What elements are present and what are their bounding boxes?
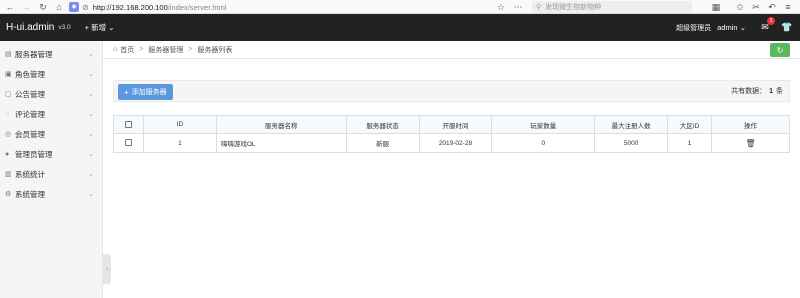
- chevron-down-icon: ⌄: [88, 51, 94, 58]
- column-header: 开服时间: [418, 115, 493, 134]
- breadcrumb-separator: >: [188, 46, 193, 53]
- message-count-badge: 1: [767, 16, 775, 25]
- reload-icon[interactable]: ↻: [37, 1, 49, 13]
- row-checkbox[interactable]: [124, 139, 132, 147]
- comment-icon: ◌: [5, 110, 10, 118]
- column-header: ID: [142, 115, 217, 134]
- breadcrumb: ⌂ 首页 > 服务器管理 > 服务器列表: [103, 41, 800, 59]
- sidebar-item-stats[interactable]: ▥ 系统统计 ⌄: [0, 164, 102, 184]
- add-server-button[interactable]: + 添加服务器: [118, 84, 173, 100]
- row-checkbox-cell[interactable]: [113, 133, 144, 153]
- app-logo[interactable]: H-ui.admin: [6, 22, 54, 33]
- select-all-checkbox-cell[interactable]: [113, 115, 144, 134]
- chevron-down-icon: ⌄: [739, 23, 746, 32]
- chevron-down-icon: ⌄: [108, 23, 115, 32]
- extension-icon[interactable]: ◆: [69, 2, 79, 12]
- breadcrumb-home[interactable]: 首页: [120, 45, 134, 55]
- gear-icon: ⚙: [5, 191, 12, 198]
- chevron-down-icon: ⌄: [88, 171, 94, 178]
- cell-actions: 🗑: [711, 133, 790, 153]
- trash-icon[interactable]: 🗑: [745, 139, 755, 148]
- user-menu[interactable]: admin ⌄: [717, 23, 746, 32]
- list-toolbar: + 添加服务器 共有数据： 1 条: [113, 80, 790, 102]
- user-icon: ●: [5, 150, 10, 158]
- more-dots-icon[interactable]: ⋯: [512, 1, 524, 13]
- chevron-down-icon: ⌄: [88, 91, 94, 98]
- shirt-icon: 👕: [781, 22, 793, 32]
- cell-id: 1: [142, 133, 217, 153]
- breadcrumb-separator: >: [139, 46, 144, 53]
- menu-icon[interactable]: ≡: [782, 1, 794, 13]
- column-header: 操作: [711, 115, 790, 134]
- cell-max-register: 5000: [594, 133, 669, 153]
- scissors-icon[interactable]: ✂: [750, 1, 762, 13]
- undo-icon[interactable]: ↶: [766, 1, 778, 13]
- column-header: 服务器状态: [345, 115, 420, 134]
- chevron-down-icon: ⌄: [88, 111, 94, 118]
- back-icon[interactable]: ←: [4, 1, 16, 13]
- table-row: 1 嗨嗨游戏OL 新服 2019-02-28 0 5000 1 🗑: [113, 133, 790, 153]
- column-header: 服务器名称: [215, 115, 347, 134]
- browser-toolbar: ← → ↻ ⌂ ◆ ⊘ http://192.168.200.100/index…: [0, 0, 800, 14]
- browser-search-input[interactable]: ⚲ 发现微生物新物种: [532, 1, 692, 13]
- column-header: 最大注册人数: [594, 115, 669, 134]
- plus-icon: +: [124, 87, 129, 97]
- stats-icon: ▥: [5, 171, 12, 178]
- column-header: 玩家数量: [491, 115, 596, 134]
- notice-icon: ▢: [5, 91, 12, 98]
- home-icon[interactable]: ⌂: [53, 1, 65, 13]
- sidebar: ▤ 服务器管理 ⌄ ▣ 角色管理 ⌄ ▢ 公告管理 ⌄ ◌ 评论管理 ⌄ ◎ 会员管理 ⌄ ● 管理员…: [0, 41, 103, 298]
- chevron-left-icon: ‹: [105, 265, 109, 273]
- server-table: ID 服务器名称 服务器状态 开服时间 玩家数量 最大注册人数 大区ID 操作 …: [113, 115, 790, 153]
- user-role: 超级管理员: [676, 24, 712, 32]
- sidebar-item-comments[interactable]: ◌ 评论管理 ⌄: [0, 104, 102, 124]
- cell-open-date: 2019-02-28: [418, 133, 493, 153]
- sidebar-collapse-handle[interactable]: ‹: [103, 254, 111, 284]
- refresh-button[interactable]: ↻: [770, 43, 790, 57]
- sidebar-item-members[interactable]: ◎ 会员管理 ⌄: [0, 124, 102, 144]
- sidebar-item-system[interactable]: ⚙ 系统管理 ⌄: [0, 184, 102, 204]
- messages-button[interactable]: ✉ 1: [758, 16, 775, 35]
- add-new-menu[interactable]: + 新增 ⌄: [85, 22, 115, 33]
- app-header: H-ui.admin v3.0 + 新增 ⌄ 超级管理员 admin ⌄ ✉ 1…: [0, 14, 800, 41]
- bookmark-star-icon[interactable]: ☆: [495, 1, 507, 13]
- cell-region-id: 1: [667, 133, 713, 153]
- favorites-icon[interactable]: ✩: [734, 1, 746, 13]
- search-icon: ⚲: [536, 4, 542, 11]
- breadcrumb-level2: 服务器列表: [197, 46, 233, 54]
- breadcrumb-level1[interactable]: 服务器管理: [148, 45, 183, 55]
- sidebar-item-roles[interactable]: ▣ 角色管理 ⌄: [0, 64, 102, 84]
- sidebar-item-admins[interactable]: ● 管理员管理 ⌄: [0, 144, 102, 164]
- refresh-icon: ↻: [776, 45, 784, 55]
- chevron-down-icon: ⌄: [88, 131, 94, 138]
- skin-switch-button[interactable]: 👕: [780, 21, 794, 35]
- chevron-down-icon: ⌄: [88, 71, 94, 78]
- chevron-down-icon: ⌄: [88, 191, 94, 198]
- cell-server-name: 嗨嗨游戏OL: [215, 133, 347, 153]
- forward-icon[interactable]: →: [20, 1, 32, 13]
- member-icon: ◎: [5, 131, 12, 138]
- table-header-row: ID 服务器名称 服务器状态 开服时间 玩家数量 最大注册人数 大区ID 操作: [113, 115, 790, 134]
- server-icon: ▤: [5, 51, 12, 58]
- app-version: v3.0: [58, 24, 71, 31]
- apps-grid-icon[interactable]: ▦: [710, 1, 722, 13]
- sidebar-item-notices[interactable]: ▢ 公告管理 ⌄: [0, 84, 102, 104]
- image-icon: ▣: [5, 71, 12, 78]
- total-count: 共有数据： 1 条: [731, 87, 783, 96]
- cell-players: 0: [491, 133, 596, 153]
- url-text[interactable]: http://192.168.200.100/index/server.html: [93, 3, 227, 12]
- select-all-checkbox[interactable]: [124, 120, 132, 128]
- page-info-icon[interactable]: ⊘: [82, 3, 89, 12]
- cell-status: 新服: [345, 133, 420, 153]
- home-icon: ⌂: [113, 46, 118, 53]
- address-bar[interactable]: ⊘ http://192.168.200.100/index/server.ht…: [82, 1, 530, 13]
- column-header: 大区ID: [667, 115, 713, 134]
- chevron-down-icon: ⌄: [88, 151, 94, 158]
- sidebar-item-server[interactable]: ▤ 服务器管理 ⌄: [0, 44, 102, 64]
